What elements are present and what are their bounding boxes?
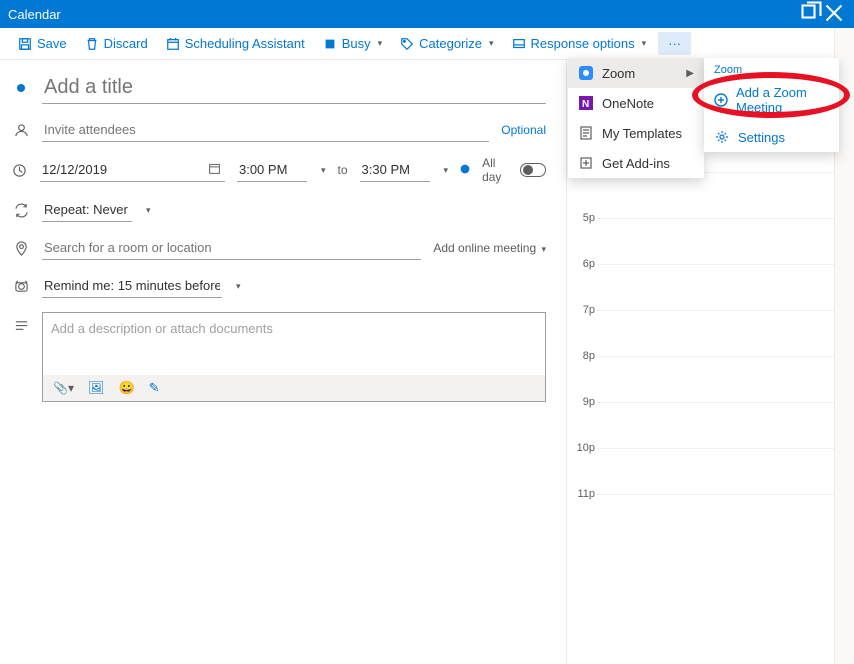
hour-label: 11p xyxy=(575,488,595,500)
hour-slot[interactable]: 8p xyxy=(597,356,844,402)
format-icon[interactable]: ✎ xyxy=(149,380,160,396)
close-icon[interactable] xyxy=(822,1,846,28)
start-time-input[interactable] xyxy=(237,158,307,182)
description-input[interactable]: Add a description or attach documents xyxy=(43,313,545,375)
toggle-switch[interactable] xyxy=(520,163,546,177)
description-toolbar: 📎▾ 🖼 😀 ✎ xyxy=(43,375,545,401)
scheduling-label: Scheduling Assistant xyxy=(185,36,305,51)
chevron-down-icon[interactable]: ▾ xyxy=(236,281,241,292)
menu-item-zoom[interactable]: Zoom▶ xyxy=(568,58,704,88)
repeat-icon xyxy=(12,203,30,218)
skype-icon[interactable] xyxy=(460,161,470,179)
end-time-input[interactable] xyxy=(360,158,430,182)
reminder-icon xyxy=(12,279,30,294)
hour-label: 9p xyxy=(575,396,595,408)
people-icon xyxy=(12,123,30,138)
plus-icon xyxy=(714,92,728,108)
chevron-right-icon: ▶ xyxy=(686,68,694,79)
popout-icon[interactable] xyxy=(798,1,822,28)
hour-slot[interactable]: 4p xyxy=(597,172,844,218)
hour-label: 6p xyxy=(575,258,595,270)
response-label: Response options xyxy=(531,36,635,51)
chevron-down-icon[interactable]: ▾ xyxy=(146,205,151,216)
busy-button[interactable]: Busy ▾ xyxy=(317,32,388,55)
scheduling-assistant-button[interactable]: Scheduling Assistant xyxy=(160,32,311,55)
location-input[interactable] xyxy=(42,236,421,260)
event-form: Optional ▾ to ▾ All day xyxy=(0,60,566,664)
description-box[interactable]: Add a description or attach documents 📎▾… xyxy=(42,312,546,402)
attendees-input[interactable] xyxy=(42,118,489,142)
menu-item-my-templates[interactable]: My Templates xyxy=(568,118,704,148)
hour-label: 7p xyxy=(575,304,595,316)
event-color-bullet xyxy=(17,84,25,92)
chevron-down-icon[interactable]: ▾ xyxy=(321,165,326,176)
location-icon xyxy=(12,241,30,256)
save-button[interactable]: Save xyxy=(12,32,73,55)
more-menu: Zoom▶NOneNoteMy TemplatesGet Add-ins xyxy=(568,58,704,178)
categorize-label: Categorize xyxy=(419,36,482,51)
add-online-meeting-button[interactable]: Add online meeting ▾ xyxy=(433,241,546,255)
menu-item-settings[interactable]: Settings xyxy=(704,122,839,152)
response-options-button[interactable]: Response options ▾ xyxy=(506,32,653,55)
save-label: Save xyxy=(37,36,67,51)
optional-link[interactable]: Optional xyxy=(501,123,546,137)
hour-label: 10p xyxy=(575,442,595,454)
hour-label: 8p xyxy=(575,350,595,362)
emoji-icon[interactable]: 😀 xyxy=(118,380,134,396)
chevron-down-icon[interactable]: ▾ xyxy=(444,165,449,176)
clock-icon xyxy=(12,163,28,178)
hour-label: 5p xyxy=(575,212,595,224)
hour-slot[interactable]: 6p xyxy=(597,264,844,310)
hour-slot[interactable]: 9p xyxy=(597,402,844,448)
busy-label: Busy xyxy=(342,36,371,51)
hour-slot[interactable]: 5p xyxy=(597,218,844,264)
zoom-submenu: ZoomAdd a Zoom MeetingSettings xyxy=(704,58,839,152)
hour-slot[interactable]: 11p xyxy=(597,494,844,540)
gear-icon xyxy=(714,129,730,145)
zoom-icon xyxy=(578,65,594,81)
date-input[interactable] xyxy=(40,158,225,182)
chevron-down-icon: ▾ xyxy=(378,38,383,49)
onenote-icon: N xyxy=(578,95,594,111)
description-icon xyxy=(12,318,30,333)
chevron-down-icon: ▾ xyxy=(642,38,647,49)
more-actions-button[interactable]: ··· xyxy=(658,32,691,55)
picture-icon[interactable]: 🖼 xyxy=(88,380,105,396)
title-input[interactable] xyxy=(42,72,546,104)
allday-label: All day xyxy=(482,156,513,184)
chevron-down-icon: ▾ xyxy=(489,38,494,49)
reminder-input[interactable] xyxy=(42,274,222,298)
hour-slot[interactable]: 7p xyxy=(597,310,844,356)
menu-item-onenote[interactable]: NOneNote xyxy=(568,88,704,118)
discard-button[interactable]: Discard xyxy=(79,32,154,55)
submenu-header: Zoom xyxy=(704,58,839,78)
discard-label: Discard xyxy=(104,36,148,51)
hour-slot[interactable]: 10p xyxy=(597,448,844,494)
svg-text:N: N xyxy=(582,99,589,110)
categorize-button[interactable]: Categorize ▾ xyxy=(394,32,499,55)
attachment-icon[interactable]: 📎▾ xyxy=(53,381,74,395)
to-label: to xyxy=(338,163,348,177)
repeat-input[interactable] xyxy=(42,198,132,222)
menu-item-add-a-zoom-meeting[interactable]: Add a Zoom Meeting xyxy=(704,78,839,122)
addins-icon xyxy=(578,155,594,171)
templates-icon xyxy=(578,125,594,141)
window-title: Calendar xyxy=(8,7,61,22)
allday-toggle[interactable]: All day xyxy=(482,156,546,184)
window-titlebar: Calendar xyxy=(0,0,854,28)
toolbar: Save Discard Scheduling Assistant Busy ▾… xyxy=(0,28,854,60)
menu-item-get-add-ins[interactable]: Get Add-ins xyxy=(568,148,704,178)
